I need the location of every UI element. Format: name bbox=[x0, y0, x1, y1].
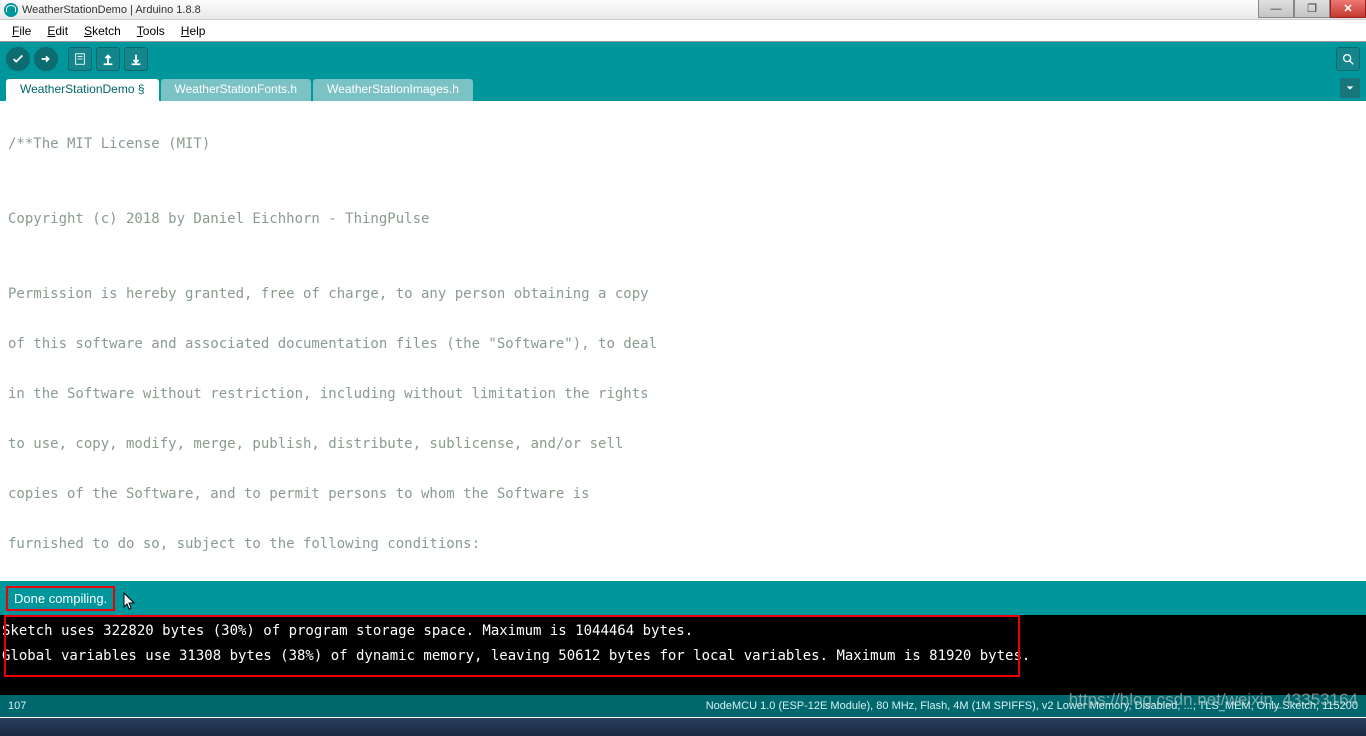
arrow-right-icon bbox=[39, 52, 53, 66]
tab-weatherstationdemo[interactable]: WeatherStationDemo § bbox=[6, 79, 159, 101]
check-icon bbox=[11, 52, 25, 66]
menu-sketch[interactable]: Sketch bbox=[76, 22, 129, 40]
verify-button[interactable] bbox=[6, 47, 30, 71]
menu-tools[interactable]: Tools bbox=[129, 22, 173, 40]
output-console[interactable]: Sketch uses 322820 bytes (30%) of progra… bbox=[0, 615, 1366, 695]
tab-label: WeatherStationFonts.h bbox=[175, 82, 298, 96]
window-titlebar: WeatherStationDemo | Arduino 1.8.8 — ❐ ✕ bbox=[0, 0, 1366, 20]
code-line: copies of the Software, and to permit pe… bbox=[8, 482, 1358, 507]
mouse-cursor-icon bbox=[123, 592, 137, 612]
code-editor[interactable]: /**The MIT License (MIT) Copyright (c) 2… bbox=[0, 101, 1366, 581]
window-controls: — ❐ ✕ bbox=[1258, 0, 1366, 18]
open-button[interactable] bbox=[96, 47, 120, 71]
code-line: in the Software without restriction, inc… bbox=[8, 382, 1358, 407]
menu-help[interactable]: Help bbox=[173, 22, 214, 40]
code-line: Permission is hereby granted, free of ch… bbox=[8, 282, 1358, 307]
os-taskbar bbox=[0, 718, 1366, 736]
code-line: of this software and associated document… bbox=[8, 332, 1358, 357]
menu-file[interactable]: File bbox=[4, 22, 39, 40]
console-line: Global variables use 31308 bytes (38%) o… bbox=[2, 644, 1364, 669]
minimize-button[interactable]: — bbox=[1258, 0, 1294, 18]
chevron-down-icon bbox=[1345, 83, 1355, 93]
code-line: /**The MIT License (MIT) bbox=[8, 132, 1358, 157]
arrow-down-icon bbox=[129, 52, 143, 66]
tabbar: WeatherStationDemo § WeatherStationFonts… bbox=[0, 76, 1366, 101]
console-line: Sketch uses 322820 bytes (30%) of progra… bbox=[2, 619, 1364, 644]
tab-label: WeatherStationDemo § bbox=[20, 82, 145, 96]
magnifier-icon bbox=[1341, 52, 1355, 66]
close-button[interactable]: ✕ bbox=[1330, 0, 1366, 18]
status-message: Done compiling. bbox=[6, 586, 115, 611]
upload-button[interactable] bbox=[34, 47, 58, 71]
code-line: to use, copy, modify, merge, publish, di… bbox=[8, 432, 1358, 457]
save-button[interactable] bbox=[124, 47, 148, 71]
line-number: 107 bbox=[8, 700, 26, 712]
arduino-logo-icon bbox=[4, 3, 18, 17]
footer-bar: 107 NodeMCU 1.0 (ESP-12E Module), 80 MHz… bbox=[0, 695, 1366, 717]
serial-monitor-button[interactable] bbox=[1336, 47, 1360, 71]
tab-weatherstationimages[interactable]: WeatherStationImages.h bbox=[313, 79, 473, 101]
maximize-button[interactable]: ❐ bbox=[1294, 0, 1330, 18]
menu-edit[interactable]: Edit bbox=[39, 22, 76, 40]
arrow-up-icon bbox=[101, 52, 115, 66]
tab-label: WeatherStationImages.h bbox=[327, 82, 459, 96]
menubar: File Edit Sketch Tools Help bbox=[0, 20, 1366, 42]
new-button[interactable] bbox=[68, 47, 92, 71]
window-title: WeatherStationDemo | Arduino 1.8.8 bbox=[22, 4, 201, 16]
status-bar: Done compiling. bbox=[0, 581, 1366, 615]
code-line: Copyright (c) 2018 by Daniel Eichhorn - … bbox=[8, 207, 1358, 232]
file-icon bbox=[73, 52, 87, 66]
toolbar bbox=[0, 42, 1366, 76]
board-info: NodeMCU 1.0 (ESP-12E Module), 80 MHz, Fl… bbox=[706, 700, 1358, 712]
code-line: furnished to do so, subject to the follo… bbox=[8, 532, 1358, 557]
tab-weatherstationfonts[interactable]: WeatherStationFonts.h bbox=[161, 79, 312, 101]
tab-menu-button[interactable] bbox=[1340, 78, 1360, 98]
